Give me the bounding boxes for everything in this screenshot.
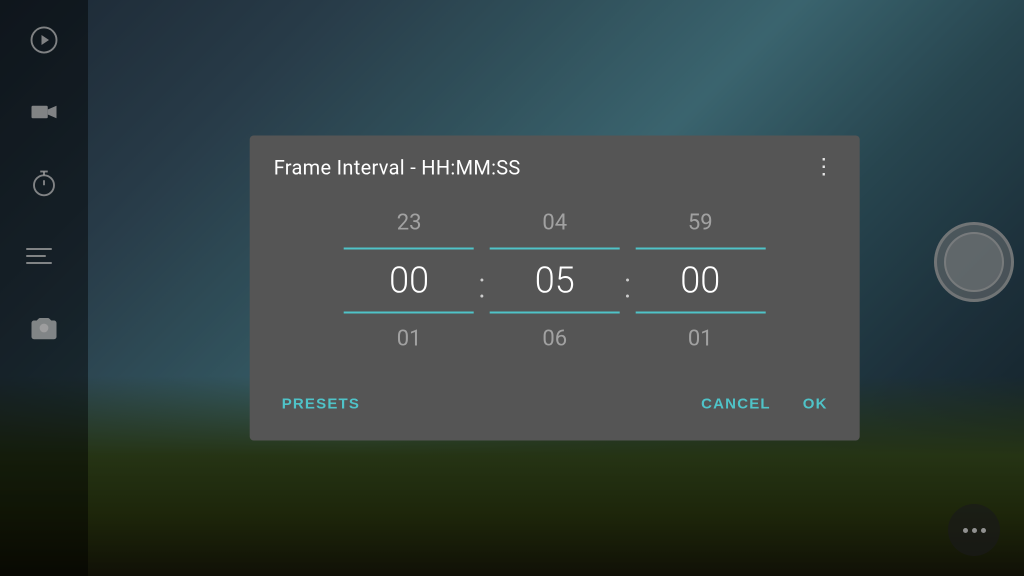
- dialog-title: Frame Interval - HH:MM:SS: [274, 156, 521, 180]
- seconds-above: 59: [688, 206, 713, 240]
- dialog-more-icon[interactable]: ⋮: [813, 157, 836, 179]
- separator-1: :: [474, 255, 490, 307]
- presets-button[interactable]: PRESETS: [266, 384, 376, 425]
- hours-above: 23: [397, 206, 422, 240]
- ok-button[interactable]: OK: [787, 384, 844, 425]
- hours-column[interactable]: 23 00 01: [344, 206, 474, 356]
- seconds-column[interactable]: 59 00 01: [635, 206, 765, 356]
- seconds-current[interactable]: 00: [680, 250, 720, 312]
- separator-2: :: [620, 255, 636, 307]
- minutes-line-bottom: [490, 312, 620, 314]
- seconds-line-bottom: [635, 312, 765, 314]
- minutes-current[interactable]: 05: [535, 250, 575, 312]
- dialog-footer: PRESETS CANCEL OK: [250, 376, 860, 441]
- time-picker: 23 00 01 : 04 05 06 : 59 00 01: [250, 196, 860, 376]
- hours-line-bottom: [344, 312, 474, 314]
- hours-current[interactable]: 00: [389, 250, 429, 312]
- dialog-header: Frame Interval - HH:MM:SS ⋮: [250, 136, 860, 196]
- seconds-below: 01: [688, 322, 713, 356]
- minutes-below: 06: [542, 322, 567, 356]
- frame-interval-dialog: Frame Interval - HH:MM:SS ⋮ 23 00 01 : 0…: [250, 136, 860, 441]
- hours-below: 01: [397, 322, 422, 356]
- minutes-above: 04: [542, 206, 567, 240]
- cancel-button[interactable]: CANCEL: [685, 384, 787, 425]
- minutes-column[interactable]: 04 05 06: [490, 206, 620, 356]
